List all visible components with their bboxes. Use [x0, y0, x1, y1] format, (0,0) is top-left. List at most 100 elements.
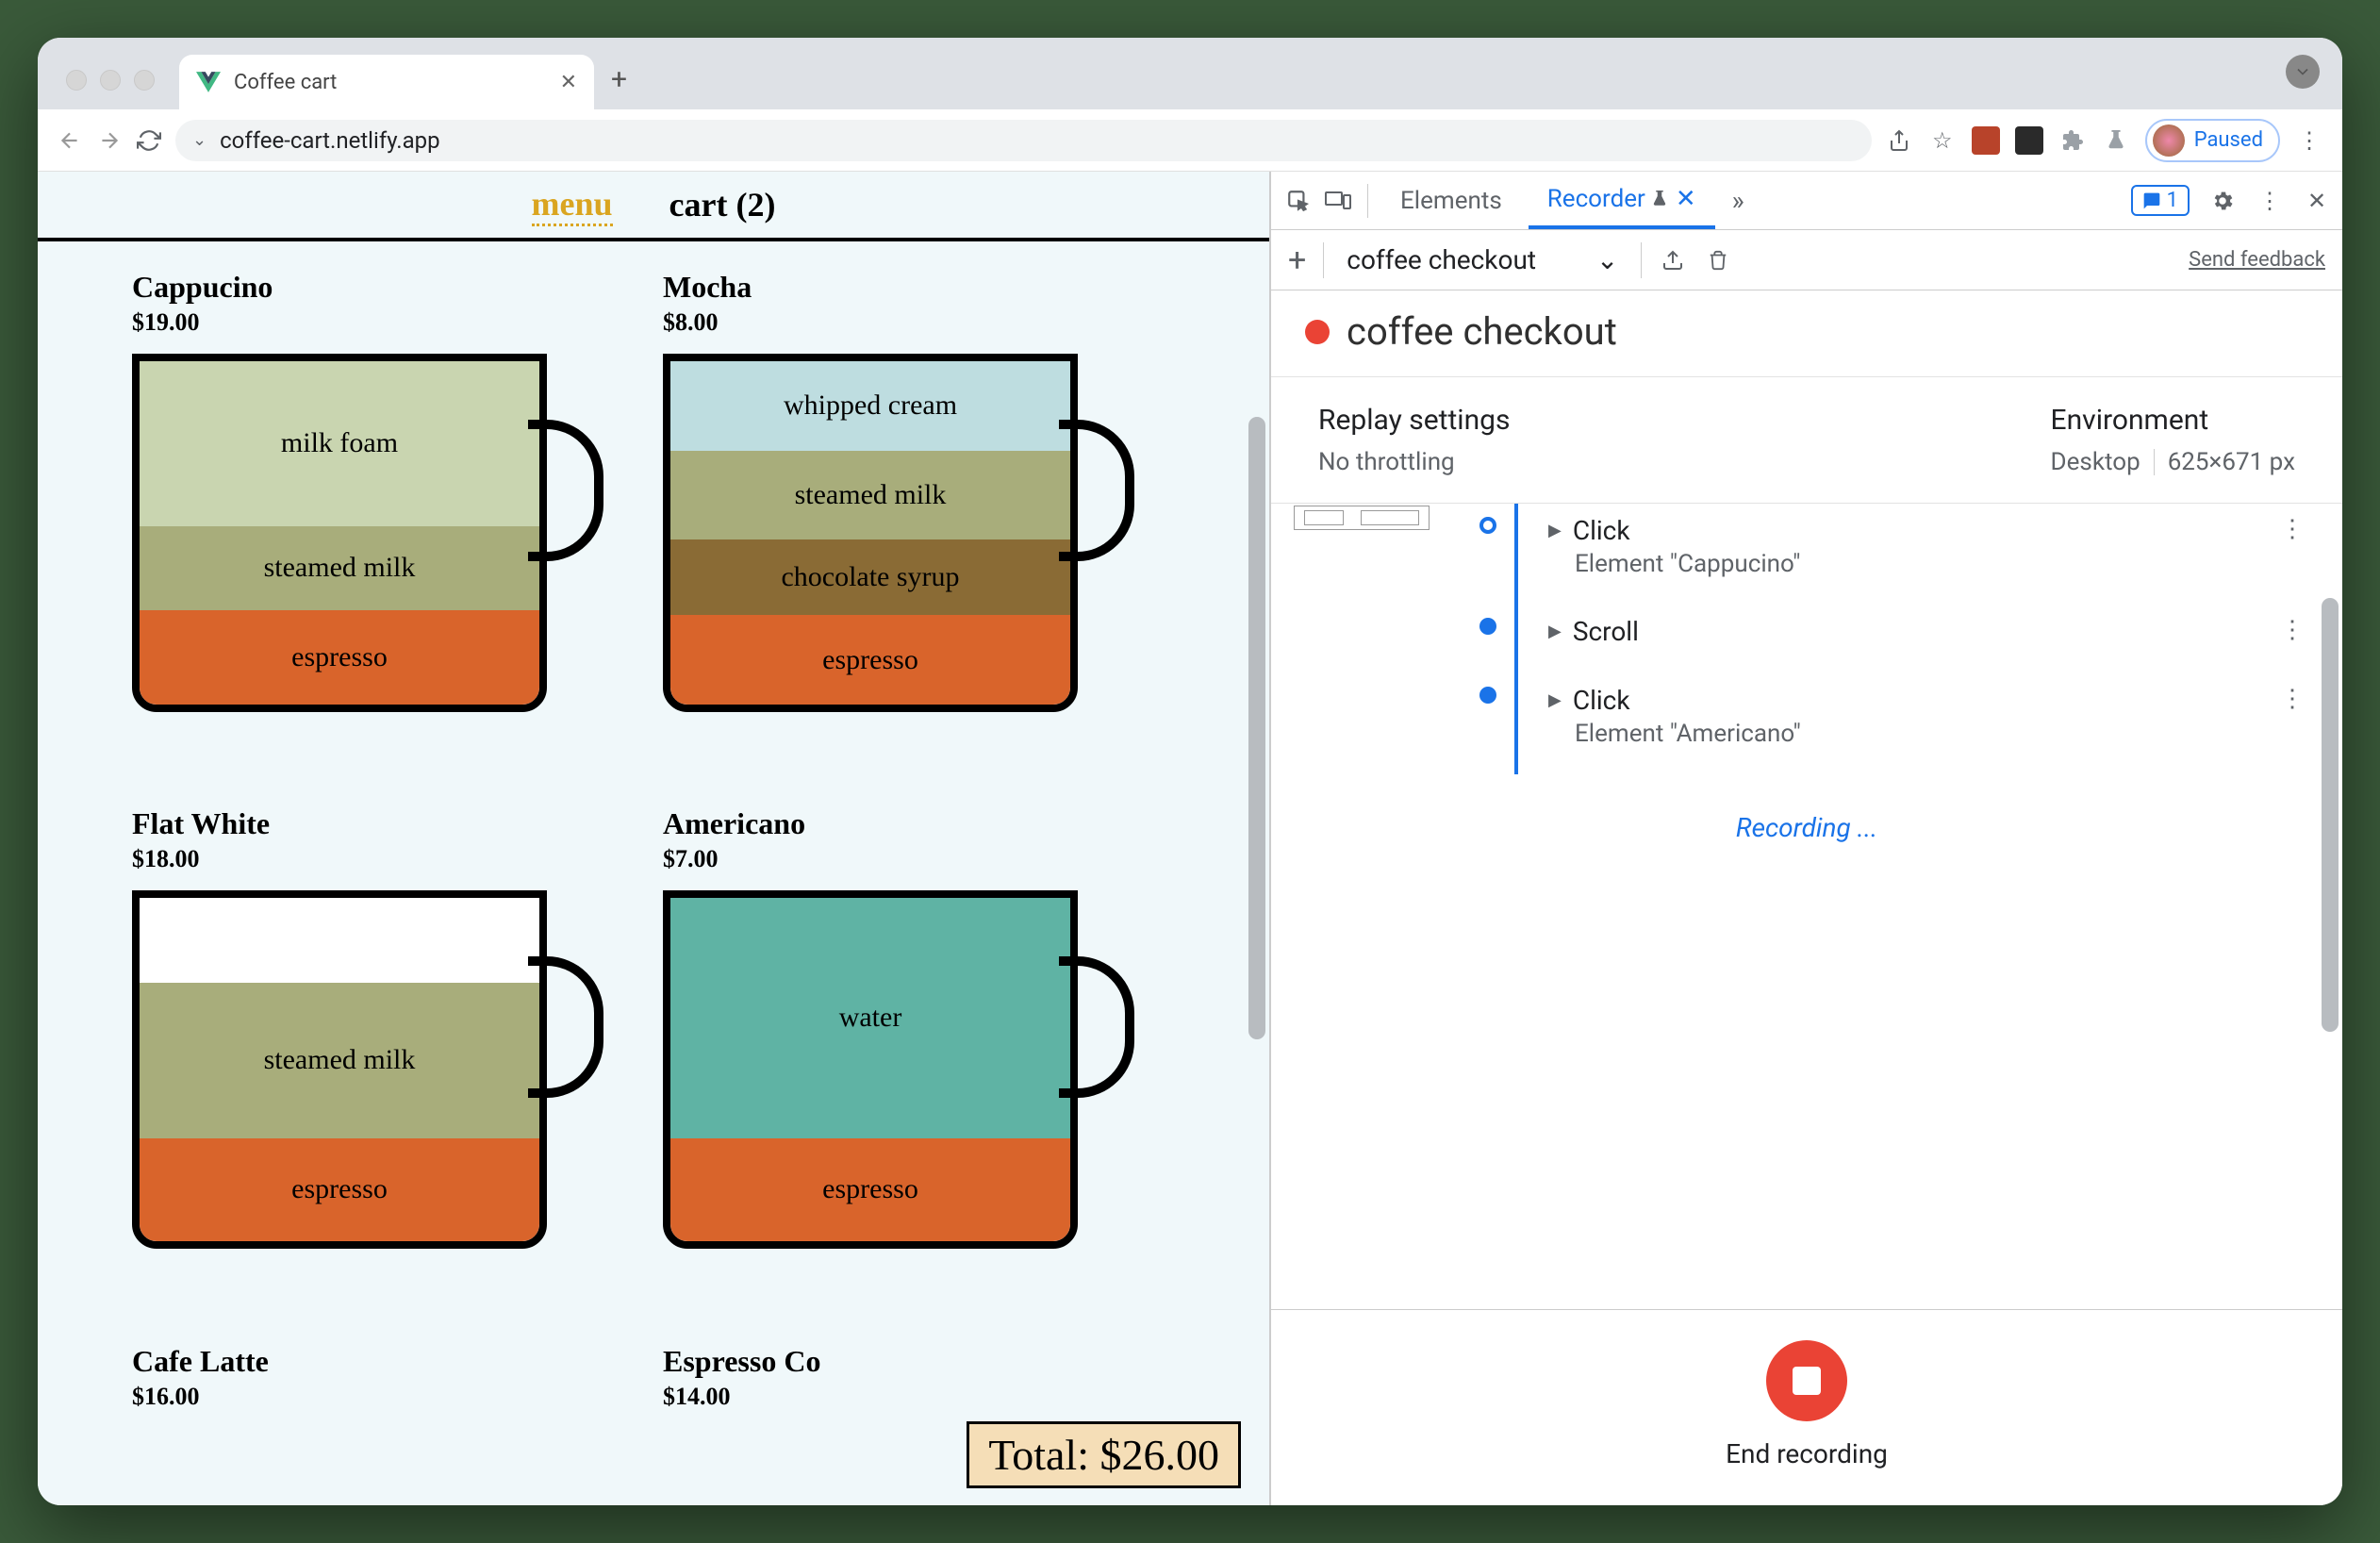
product-card[interactable]: Flat White $18.00 espressosteamed milk: [132, 806, 644, 1315]
stop-icon: [1793, 1367, 1821, 1395]
cup-handle: [528, 420, 603, 561]
address-bar[interactable]: ⌄ coffee-cart.netlify.app: [175, 120, 1872, 161]
browser-tab[interactable]: Coffee cart ✕: [179, 55, 594, 109]
close-window-button[interactable]: [66, 70, 87, 91]
ingredient-layer: espresso: [140, 610, 539, 705]
step-menu-icon[interactable]: ⋮: [2280, 616, 2305, 644]
divider: [1367, 184, 1368, 218]
scrollbar-thumb[interactable]: [2322, 598, 2339, 1032]
stop-recording-button[interactable]: [1766, 1340, 1847, 1421]
end-recording-section: End recording: [1271, 1309, 2342, 1505]
minimize-window-button[interactable]: [100, 70, 121, 91]
recorder-step[interactable]: ▶ Scroll ⋮: [1488, 605, 2314, 673]
bookmark-star-icon[interactable]: ☆: [1928, 126, 1957, 155]
ingredient-layer: steamed milk: [670, 451, 1070, 540]
extension-icon[interactable]: [1972, 126, 2000, 155]
product-card[interactable]: Cappucino $19.00 espressosteamed milkmilk …: [132, 270, 644, 778]
step-action: Scroll: [1573, 616, 1639, 647]
cart-total[interactable]: Total: $26.00: [967, 1421, 1241, 1488]
product-price: $19.00: [132, 308, 644, 337]
devtools-menu-icon[interactable]: ⋮: [2256, 187, 2284, 215]
product-name: Flat White: [132, 806, 644, 841]
step-menu-icon[interactable]: ⋮: [2280, 685, 2305, 713]
cup-body: espressosteamed milk: [132, 890, 547, 1249]
settings-gear-icon[interactable]: [2208, 187, 2237, 215]
expand-triangle-icon[interactable]: ▶: [1548, 690, 1562, 710]
flask-icon: [1651, 190, 1668, 208]
inspect-element-icon[interactable]: [1282, 185, 1314, 217]
ingredient-layer: steamed milk: [140, 526, 539, 611]
cup-handle: [528, 956, 603, 1098]
profile-paused-pill[interactable]: Paused: [2145, 119, 2280, 162]
expand-triangle-icon[interactable]: ▶: [1548, 521, 1562, 540]
more-tabs-icon[interactable]: »: [1723, 185, 1754, 216]
forward-button[interactable]: [96, 127, 123, 154]
scrollbar-thumb[interactable]: [1248, 417, 1265, 1039]
product-card[interactable]: Cafe Latte$16.00: [132, 1344, 644, 1477]
recording-select[interactable]: coffee checkout ⌄: [1341, 244, 1624, 275]
recording-title-row: coffee checkout: [1271, 290, 2342, 377]
site-info-icon[interactable]: ⌄: [192, 130, 207, 150]
chrome-menu-icon[interactable]: ⋮: [2295, 126, 2323, 155]
divider: [1323, 242, 1324, 278]
product-name: Cappucino: [132, 270, 644, 305]
environment-heading: Environment: [2051, 404, 2295, 437]
new-tab-button[interactable]: +: [594, 63, 644, 109]
cup-body: espressochocolate syrupsteamed milkwhipp…: [663, 354, 1078, 712]
menu-link[interactable]: menu: [532, 184, 613, 226]
reload-button[interactable]: [136, 127, 162, 154]
cup-graphic: espressosteamed milkmilk foam: [132, 354, 603, 712]
search-tabs-icon[interactable]: [2286, 55, 2320, 89]
extensions-puzzle-icon[interactable]: [2058, 126, 2087, 155]
recorder-step[interactable]: ▶ Click Element "Cappucino" ⋮: [1488, 504, 2314, 605]
expand-triangle-icon[interactable]: ▶: [1548, 622, 1562, 641]
cup-handle: [1059, 956, 1134, 1098]
url-text: coffee-cart.netlify.app: [220, 127, 440, 154]
ingredient-layer: steamed milk: [140, 983, 539, 1138]
send-feedback-link[interactable]: Send feedback: [2189, 248, 2325, 272]
step-detail: Element "Cappucino": [1548, 550, 2314, 578]
environment-size[interactable]: 625×671 px: [2168, 448, 2295, 476]
product-name: Espresso Co: [663, 1344, 1175, 1379]
new-recording-button[interactable]: +: [1288, 241, 1306, 279]
close-devtools-icon[interactable]: ✕: [2303, 187, 2331, 215]
cup-body: espressosteamed milkmilk foam: [132, 354, 547, 712]
close-tab-button[interactable]: ✕: [560, 71, 577, 94]
product-price: $7.00: [663, 845, 1175, 873]
end-recording-label: End recording: [1726, 1438, 1888, 1469]
step-header: ▶Click: [1548, 685, 2314, 716]
recording-select-label: coffee checkout: [1347, 244, 1536, 275]
maximize-window-button[interactable]: [134, 70, 155, 91]
tab-recorder[interactable]: Recorder ✕: [1529, 172, 1715, 229]
step-menu-icon[interactable]: ⋮: [2280, 515, 2305, 543]
export-icon[interactable]: [1659, 246, 1687, 274]
delete-icon[interactable]: [1704, 246, 1732, 274]
steps-timeline: ▶ClickElement "Cappucino"⋮▶Scroll⋮▶Click…: [1299, 504, 2314, 774]
recorder-settings-panel: Replay settings No throttling Environmen…: [1271, 377, 2342, 504]
share-icon[interactable]: [1885, 126, 1913, 155]
environment-device[interactable]: Desktop: [2051, 448, 2140, 476]
replay-throttling-value[interactable]: No throttling: [1318, 448, 1510, 476]
extension-icon[interactable]: [2015, 126, 2043, 155]
cart-link[interactable]: cart (2): [669, 185, 776, 224]
window-controls: [53, 70, 168, 109]
product-card[interactable]: Americano$7.00espressowater: [663, 806, 1175, 1315]
ingredient-layer: milk foam: [140, 361, 539, 526]
step-action: Click: [1573, 515, 1630, 546]
back-button[interactable]: [57, 127, 83, 154]
recording-title: coffee checkout: [1347, 309, 1617, 354]
paused-label: Paused: [2194, 128, 2263, 152]
tab-elements[interactable]: Elements: [1381, 172, 1521, 229]
products-grid: Cappucino$19.00espressosteamed milkmilk …: [38, 241, 1269, 1505]
device-toggle-icon[interactable]: [1322, 185, 1354, 217]
ingredient-layer: espresso: [670, 615, 1070, 705]
product-price: $18.00: [132, 845, 644, 873]
messages-badge[interactable]: 1: [2131, 185, 2190, 216]
url-toolbar: ⌄ coffee-cart.netlify.app ☆ Paused ⋮: [38, 109, 2342, 172]
close-panel-icon[interactable]: ✕: [1676, 185, 1696, 213]
recorder-step[interactable]: ▶ClickElement "Americano"⋮: [1488, 673, 2314, 774]
product-card[interactable]: Mocha$8.00espressochocolate syrupsteamed…: [663, 270, 1175, 778]
product-name: Mocha: [663, 270, 1175, 305]
tab-recorder-label: Recorder: [1547, 185, 1645, 213]
labs-flask-icon[interactable]: [2102, 126, 2130, 155]
